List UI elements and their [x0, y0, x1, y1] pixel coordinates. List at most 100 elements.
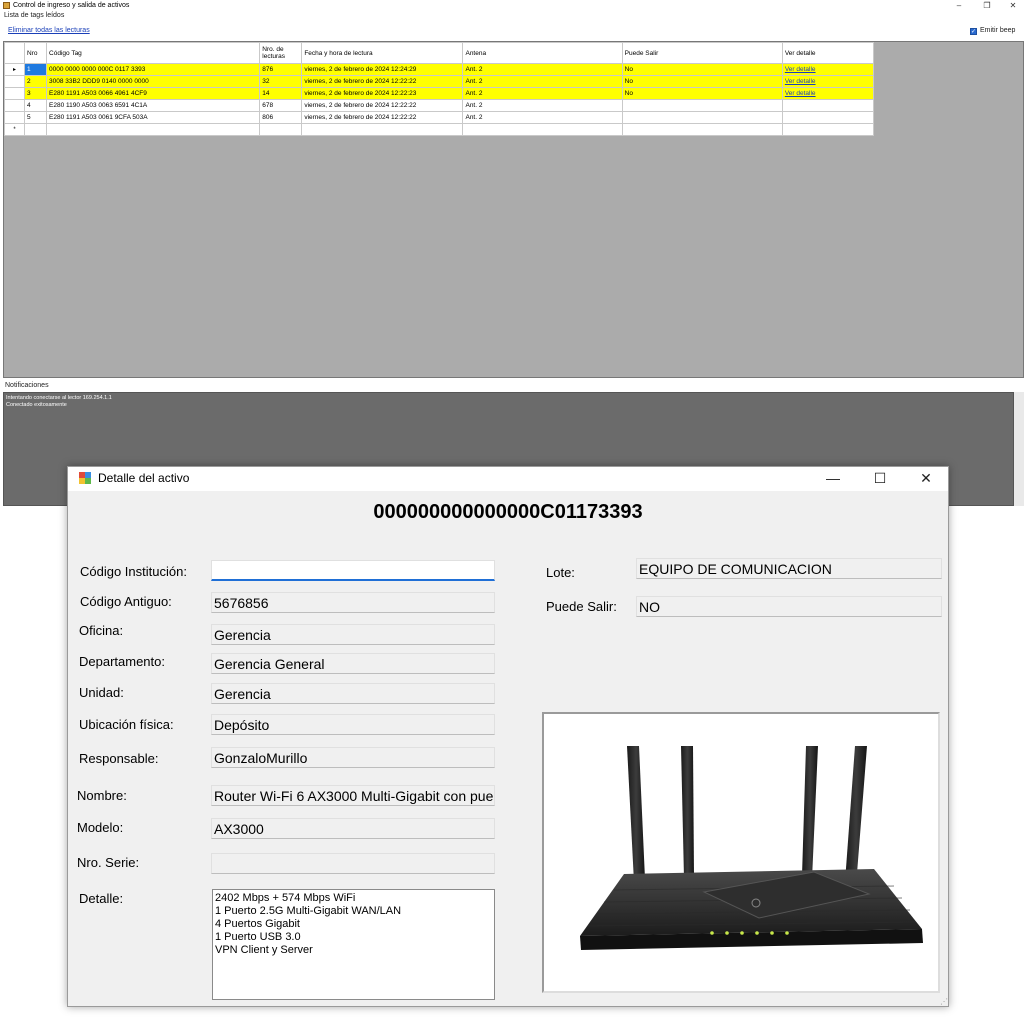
cell-nro[interactable]: 5 [24, 111, 48, 124]
cell-tag[interactable]: E280 1190 A503 0063 6591 4C1A [46, 99, 261, 112]
notifications-scrollbar[interactable] [1014, 392, 1024, 506]
cell-ver-detalle[interactable]: Ver detalle [781, 63, 875, 76]
cell-fecha[interactable]: viernes, 2 de febrero de 2024 12:22:22 [301, 111, 464, 124]
cell-tag[interactable]: 3008 33B2 DDD9 0140 0000 0000 [46, 75, 261, 88]
label-codigo-institucion: Código Institución: [80, 564, 187, 579]
detalle-textarea[interactable]: 2402 Mbps + 574 Mbps WiFi 1 Puerto 2.5G … [212, 889, 495, 1000]
notification-line: Intentando conectarse al lector 169.254.… [6, 395, 112, 401]
cell-empty[interactable] [462, 123, 623, 136]
nombre-field[interactable]: Router Wi-Fi 6 AX3000 Multi-Gigabit con … [211, 785, 495, 806]
cell-puede-salir[interactable] [621, 99, 783, 112]
label-nombre: Nombre: [77, 788, 127, 803]
cell-tag[interactable]: E280 1191 A503 0061 9CFA 503A [46, 111, 261, 124]
departamento-field[interactable]: Gerencia General [211, 653, 495, 674]
cell-nro[interactable]: 4 [24, 99, 48, 112]
nro-serie-field[interactable] [211, 853, 495, 874]
col-header-antena[interactable]: Antena [462, 42, 623, 64]
label-nro-serie: Nro. Serie: [77, 855, 140, 870]
table-row[interactable]: 2 3008 33B2 DDD9 0140 0000 0000 32 viern… [3, 75, 875, 88]
cell-nro[interactable]: 1 [24, 63, 48, 76]
table-row[interactable]: 5 E280 1191 A503 0061 9CFA 503A 806 vier… [3, 111, 875, 124]
responsable-field[interactable]: GonzaloMurillo [211, 747, 495, 768]
unidad-field[interactable]: Gerencia [211, 683, 495, 704]
row-header [3, 87, 26, 100]
cell-lecturas[interactable]: 876 [259, 63, 303, 76]
puede-salir-field[interactable]: NO [636, 596, 942, 617]
cell-fecha[interactable]: viernes, 2 de febrero de 2024 12:24:29 [301, 63, 464, 76]
resize-grip-icon[interactable]: ⋰ [940, 997, 948, 1006]
cell-puede-salir[interactable] [621, 111, 783, 124]
cell-empty[interactable] [781, 123, 875, 136]
col-header-fecha[interactable]: Fecha y hora de lectura [301, 42, 464, 64]
grid-header-row: Nro Código Tag Nro. de lecturas Fecha y … [3, 42, 875, 64]
ubicacion-fisica-field[interactable]: Depósito [211, 714, 495, 735]
clear-readings-link[interactable]: Eliminar todas las lecturas [8, 27, 90, 34]
modelo-field[interactable]: AX3000 [211, 818, 495, 839]
cell-antena[interactable]: Ant. 2 [462, 75, 623, 88]
cell-lecturas[interactable]: 678 [259, 99, 303, 112]
cell-empty[interactable] [259, 123, 303, 136]
col-header-puede-salir[interactable]: Puede Salir [621, 42, 783, 64]
cell-fecha[interactable]: viernes, 2 de febrero de 2024 12:22:22 [301, 99, 464, 112]
cell-ver-detalle[interactable] [781, 99, 875, 112]
cell-lecturas[interactable]: 32 [259, 75, 303, 88]
close-button[interactable]: ✕ [1004, 0, 1022, 12]
main-window-title: Control de ingreso y salida de activos [13, 2, 130, 9]
cell-ver-detalle[interactable]: Ver detalle [781, 75, 875, 88]
cell-puede-salir[interactable]: No [621, 63, 783, 76]
cell-tag[interactable]: E280 1191 A503 0066 4961 4CF9 [46, 87, 261, 100]
app-icon [3, 2, 10, 9]
oficina-field[interactable]: Gerencia [211, 624, 495, 645]
cell-antena[interactable]: Ant. 2 [462, 99, 623, 112]
dialog-minimize-button[interactable]: — [810, 467, 856, 491]
table-row[interactable]: ▸ 1 0000 0000 0000 000C 0117 3393 876 vi… [3, 63, 875, 76]
codigo-antiguo-field[interactable]: 5676856 [211, 592, 495, 613]
table-row[interactable]: 4 E280 1190 A503 0063 6591 4C1A 678 vier… [3, 99, 875, 112]
cell-nro[interactable]: 3 [24, 87, 48, 100]
new-row-marker: * [3, 123, 26, 136]
tags-group-label: Lista de tags leídos [4, 12, 65, 19]
label-detalle: Detalle: [79, 891, 124, 906]
tags-grid: Nro Código Tag Nro. de lecturas Fecha y … [3, 42, 875, 136]
cell-ver-detalle[interactable]: Ver detalle [781, 87, 875, 100]
app-icon [79, 472, 91, 484]
cell-nro[interactable]: 2 [24, 75, 48, 88]
cell-empty[interactable] [46, 123, 261, 136]
col-header-ver-detalle[interactable]: Ver detalle [781, 42, 875, 64]
row-header [3, 111, 26, 124]
codigo-institucion-field[interactable] [211, 560, 495, 581]
minimize-button[interactable]: – [950, 0, 968, 12]
ver-detalle-link[interactable]: Ver detalle [785, 78, 816, 85]
asset-code-heading: 000000000000000C01173393 [373, 501, 643, 523]
col-header-codigo-tag[interactable]: Código Tag [46, 42, 261, 64]
label-lote: Lote: [546, 565, 575, 580]
col-header-nro[interactable]: Nro [24, 42, 48, 64]
col-header-lecturas[interactable]: Nro. de lecturas [259, 42, 303, 64]
ver-detalle-link[interactable]: Ver detalle [785, 66, 816, 73]
cell-ver-detalle[interactable] [781, 111, 875, 124]
label-puede-salir: Puede Salir: [546, 599, 617, 614]
beep-checkbox[interactable]: ✓ [970, 28, 977, 35]
maximize-button[interactable]: ❐ [978, 0, 996, 12]
cell-fecha[interactable]: viernes, 2 de febrero de 2024 12:22:22 [301, 75, 464, 88]
cell-antena[interactable]: Ant. 2 [462, 87, 623, 100]
label-ubicacion-fisica: Ubicación física: [79, 717, 174, 732]
new-row[interactable]: * [3, 123, 875, 136]
lote-field[interactable]: EQUIPO DE COMUNICACION [636, 558, 942, 579]
cell-empty[interactable] [301, 123, 464, 136]
row-header [3, 75, 26, 88]
cell-fecha[interactable]: viernes, 2 de febrero de 2024 12:22:23 [301, 87, 464, 100]
dialog-close-button[interactable]: ✕ [903, 467, 949, 491]
cell-empty[interactable] [621, 123, 783, 136]
table-row[interactable]: 3 E280 1191 A503 0066 4961 4CF9 14 viern… [3, 87, 875, 100]
cell-antena[interactable]: Ant. 2 [462, 63, 623, 76]
cell-puede-salir[interactable]: No [621, 87, 783, 100]
cell-antena[interactable]: Ant. 2 [462, 111, 623, 124]
cell-puede-salir[interactable]: No [621, 75, 783, 88]
cell-lecturas[interactable]: 14 [259, 87, 303, 100]
cell-empty[interactable] [24, 123, 48, 136]
dialog-maximize-button[interactable]: ☐ [857, 467, 903, 491]
cell-tag[interactable]: 0000 0000 0000 000C 0117 3393 [46, 63, 261, 76]
ver-detalle-link[interactable]: Ver detalle [785, 90, 816, 97]
cell-lecturas[interactable]: 806 [259, 111, 303, 124]
